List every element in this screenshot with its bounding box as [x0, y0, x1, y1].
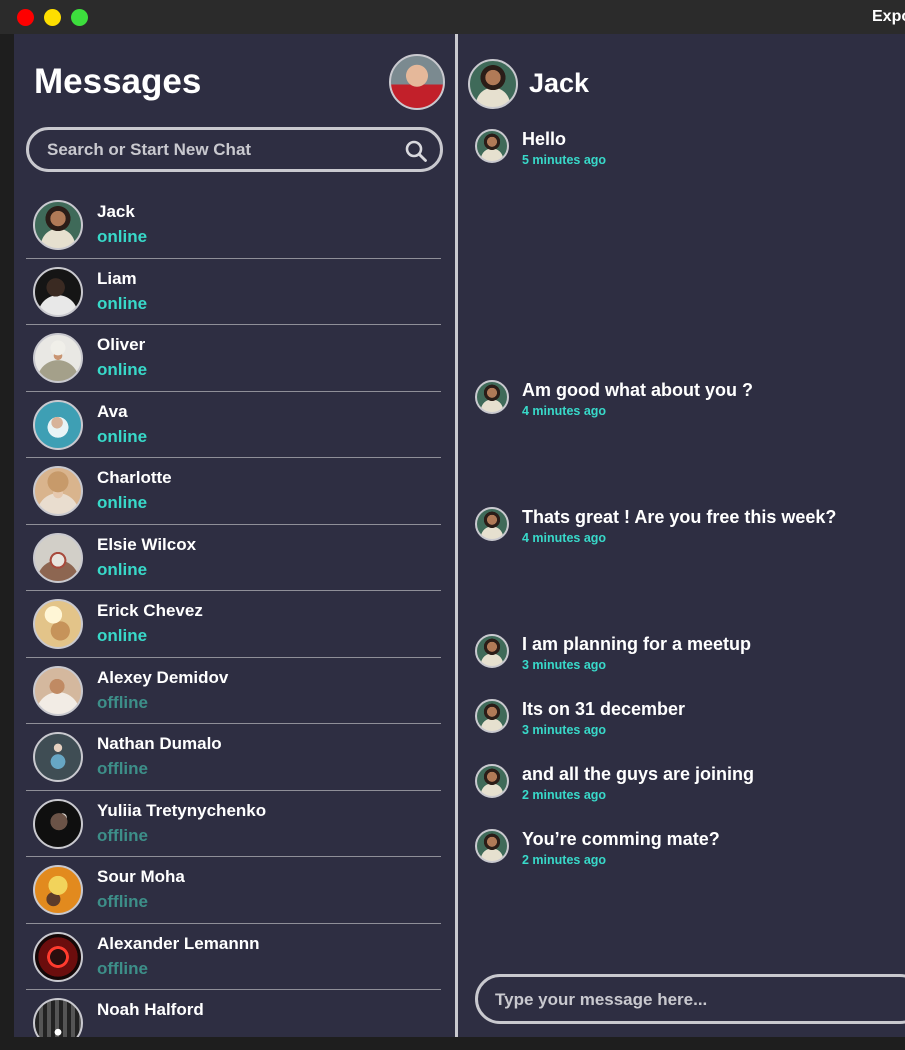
contact-status: offline [97, 692, 148, 712]
contact-name: Noah Halford [97, 1000, 204, 1019]
message: Thats great ! Are you free this week? 4 … [475, 507, 895, 547]
messenger-app: Messages Jack online Liam online Oliv [14, 34, 905, 1037]
message-avatar [475, 129, 509, 163]
contact-status: offline [97, 958, 148, 978]
contact-item[interactable]: Sour Moha offline [26, 857, 441, 924]
message-text: You’re comming mate? [522, 829, 720, 849]
chat-contact-avatar[interactable] [468, 59, 518, 109]
contact-name: Alexander Lemannn [97, 933, 260, 953]
window-titlebar: Expo [0, 0, 905, 34]
contact-item[interactable]: Liam online [26, 259, 441, 325]
contact-item[interactable]: Nathan Dumalo offline [26, 724, 441, 791]
contact-name: Alexey Demidov [97, 667, 229, 687]
contact-status: offline [97, 892, 148, 911]
search-bar[interactable] [26, 127, 443, 172]
message-text: and all the guys are joining [522, 764, 755, 784]
contact-name: Liam [97, 268, 137, 288]
message-avatar [475, 507, 509, 541]
avatar [33, 732, 83, 782]
contact-name: Sour Moha [97, 867, 185, 886]
contact-status: offline [97, 825, 148, 845]
contact-item[interactable]: Charlotte online [26, 458, 441, 525]
window-close-icon[interactable] [17, 9, 34, 26]
contact-name: Oliver [97, 335, 146, 354]
message-time: 5 minutes ago [522, 153, 607, 167]
contact-name: Charlotte [97, 468, 172, 487]
avatar [33, 931, 83, 982]
message-text: Its on 31 december [522, 699, 686, 719]
message-avatar [475, 380, 509, 414]
user-avatar[interactable] [389, 54, 445, 110]
avatar [33, 865, 83, 915]
message-composer[interactable] [475, 974, 905, 1024]
contact-name: Erick Chevez [97, 601, 203, 620]
message-time: 4 minutes ago [522, 404, 607, 418]
message: Am good what about you ? 4 minutes ago [475, 380, 895, 420]
avatar [33, 798, 83, 849]
contact-status: online [97, 626, 148, 645]
contact-status: online [97, 360, 148, 379]
message-time: 3 minutes ago [522, 658, 607, 672]
contact-name: Jack [97, 202, 135, 221]
message: Hello 5 minutes ago [475, 129, 895, 169]
message: I am planning for a meetup 3 minutes ago [475, 634, 895, 674]
contact-name: Elsie Wilcox [97, 534, 197, 554]
contact-item[interactable]: Alexander Lemannn offline [26, 924, 441, 990]
contact-item[interactable]: Erick Chevez online [26, 591, 441, 658]
message: You’re comming mate? 2 minutes ago [475, 829, 895, 869]
message-text: Thats great ! Are you free this week? [522, 507, 837, 527]
contact-status: online [97, 493, 148, 512]
message-text: Am good what about you ? [522, 380, 753, 400]
avatar [33, 998, 83, 1037]
search-icon[interactable] [404, 139, 428, 163]
contact-item[interactable]: Noah Halford [26, 990, 441, 1037]
message-input[interactable] [495, 988, 895, 1012]
message-time: 3 minutes ago [522, 723, 607, 737]
contact-status: online [97, 293, 148, 313]
contact-status: online [97, 426, 148, 446]
page-title: Messages [34, 62, 202, 101]
contact-list: Jack online Liam online Oliver online Av… [26, 192, 441, 1037]
contact-name: Ava [97, 401, 128, 421]
window-title: Expo [872, 8, 905, 25]
contact-item[interactable]: Ava online [26, 392, 441, 458]
window-maximize-icon[interactable] [71, 9, 88, 26]
message-avatar [475, 764, 509, 798]
avatar [33, 266, 83, 317]
contact-name: Nathan Dumalo [97, 734, 222, 753]
message-avatar [475, 634, 509, 668]
message-time: 4 minutes ago [522, 531, 607, 545]
message-time: 2 minutes ago [522, 788, 607, 802]
avatar [33, 200, 83, 250]
message: Its on 31 december 3 minutes ago [475, 699, 895, 739]
message-text: I am planning for a meetup [522, 634, 752, 654]
message-avatar [475, 699, 509, 733]
avatar [33, 466, 83, 516]
chat-panel: Jack Hello 5 minutes ago Am good what ab… [458, 34, 905, 1037]
message-avatar [475, 829, 509, 863]
avatar [33, 399, 83, 450]
contact-item[interactable]: Elsie Wilcox online [26, 525, 441, 591]
search-input[interactable] [47, 139, 387, 161]
contact-status: offline [97, 759, 148, 778]
contact-name: Yuliia Tretynychenko [97, 800, 267, 820]
contact-status: online [97, 559, 148, 579]
message-time: 2 minutes ago [522, 853, 607, 867]
contact-item[interactable]: Jack online [26, 192, 441, 259]
contact-item[interactable]: Yuliia Tretynychenko offline [26, 791, 441, 857]
contact-item[interactable]: Oliver online [26, 325, 441, 392]
window-minimize-icon[interactable] [44, 9, 61, 26]
contact-status: online [97, 227, 148, 246]
avatar [33, 532, 83, 583]
chat-contact-name: Jack [529, 68, 590, 98]
message-text: Hello [522, 129, 567, 149]
avatar [33, 599, 83, 649]
contact-item[interactable]: Alexey Demidov offline [26, 658, 441, 724]
sidebar: Messages Jack online Liam online Oliv [14, 34, 455, 1037]
message: and all the guys are joining 2 minutes a… [475, 764, 895, 804]
avatar [33, 665, 83, 716]
avatar [33, 333, 83, 383]
